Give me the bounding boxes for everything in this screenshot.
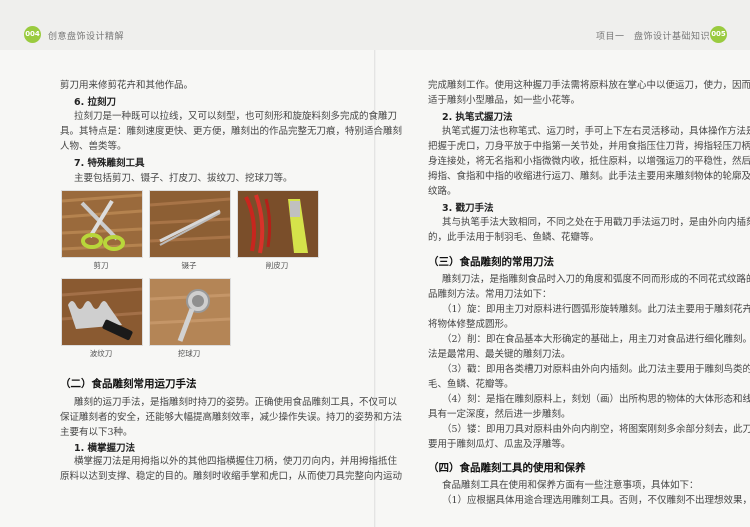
subheading: 6. 拉刻刀 bbox=[74, 97, 117, 108]
right-line: 品雕刻方法。常用刀法如下： bbox=[428, 289, 552, 300]
left-running-title: 创意盘饰设计精解 bbox=[48, 32, 125, 42]
right-line: （4）刻：是指在雕刻原料上，刻划（画）出所构思的物体的大体形态和线条， bbox=[442, 394, 750, 405]
right-line: （1）旋：即用主刀对原料进行圆弧形旋转雕刻。此刀法主要用于雕刻花卉，或 bbox=[442, 304, 750, 315]
subheading: 2. 执笔式握刀法 bbox=[442, 112, 513, 123]
right-line: （2）削：即在食品基本大形确定的基础上，用主刀对食品进行细化雕刻。此刀 bbox=[442, 334, 750, 345]
right-line: 具有一定深度，然后进一步雕刻。 bbox=[428, 409, 571, 420]
section-title: （四）食品雕刻工具的使用和保养 bbox=[428, 462, 586, 474]
left-line: 剪刀用来修剪花卉和其他作品。 bbox=[60, 80, 194, 91]
right-line: 身连接处，将无名指和小指微微内收，抵住原料，以增强运刀的平稳性，然后依靠 bbox=[428, 156, 750, 167]
left-line: 具。其特点是：雕刻速度更快、更方便，雕刻出的作品完整无刀痕，特别适合雕刻 bbox=[60, 126, 403, 137]
tweezers-photo bbox=[149, 190, 231, 258]
header-bar bbox=[0, 0, 750, 50]
subheading: 1. 横掌握刀法 bbox=[74, 443, 136, 454]
wave-knife-photo bbox=[61, 278, 143, 346]
right-line: 将物体修整成圆形。 bbox=[428, 319, 514, 330]
right-line: （3）戳：即用各类槽刀对原料由外向内插刻。此刀法主要用于雕刻鸟类的羽 bbox=[442, 364, 750, 375]
scissors-photo bbox=[61, 190, 143, 258]
right-line: 食品雕刻工具在使用和保养方面有一些注意事项，具体如下： bbox=[442, 480, 699, 491]
caption-wave-knife: 波纹刀 bbox=[89, 349, 113, 358]
right-page-number: 005 bbox=[710, 26, 727, 43]
left-page: 剪刀用来修剪花卉和其他作品。 6. 拉刻刀 拉刻刀是一种既可以拉线，又可以刻型，… bbox=[0, 50, 402, 527]
section-title: （三）食品雕刻的常用刀法 bbox=[428, 256, 554, 268]
right-line: 毛、鱼鳞、花瓣等。 bbox=[428, 379, 514, 390]
caption-melon-baller: 挖球刀 bbox=[177, 349, 201, 358]
left-line: 人物、兽类等。 bbox=[60, 141, 127, 152]
right-line: （5）镂：即用刀具对原料由外向内削空，将图案刚刻多余部分刻去，此刀法主 bbox=[442, 424, 750, 435]
right-line: 要用于雕刻瓜灯、瓜盅及浮雕等。 bbox=[428, 439, 571, 450]
right-line: 法是最常用、最关键的雕刻刀法。 bbox=[428, 349, 571, 360]
melon-baller-photo bbox=[149, 278, 231, 346]
right-line: 的，此手法用于制羽毛、鱼鳞、花瓣等。 bbox=[428, 232, 600, 243]
right-line: 雕刻刀法，是指雕刻食品时入刀的角度和弧度不同而形成的不同花式纹路的食 bbox=[442, 274, 750, 285]
right-line: 拇指、食指和中指的收缩进行运刀、雕刻。此手法主要用来雕刻物体的轮廓及各种 bbox=[428, 171, 750, 182]
peeler-photo bbox=[237, 190, 319, 258]
left-line: 横掌握刀法是用拇指以外的其他四指横握住刀柄，使刀刃向内，并用拇指抵住 bbox=[74, 456, 398, 467]
left-line: 拉刻刀是一种既可以拉线，又可以刻型，也可刻形和旋旋料刻多完成的食雕刀 bbox=[74, 111, 398, 122]
section-title: （二）食品雕刻常用运刀手法 bbox=[60, 378, 197, 390]
left-line: 保证雕刻者的安全，还能够大幅提高雕刻效率，减少操作失误。持刀的姿势和方法 bbox=[60, 412, 403, 423]
caption-scissors: 剪刀 bbox=[93, 261, 109, 270]
right-line: 纹路。 bbox=[428, 186, 457, 197]
right-line: （1）应根据具体用途合理选用雕刻工具。否则，不仅雕刻不出理想效果，还会 bbox=[442, 495, 750, 506]
subheading: 7. 特殊雕刻工具 bbox=[74, 158, 145, 169]
left-line: 主要有以下3种。 bbox=[60, 427, 133, 438]
caption-tweezers: 镊子 bbox=[181, 261, 197, 270]
right-line: 把握于虎口，刀身平放于中指第一关节处，并用食指压住刀背，拇指轻压刀柄和刀 bbox=[428, 141, 750, 152]
left-line: 原料以达到支撑、稳定的目的。雕刻时收缩手掌和虎口，从而使刀具完整向内运动 bbox=[60, 471, 403, 482]
left-line: 主要包括剪刀、镊子、打皮刀、拔纹刀、挖球刀等。 bbox=[74, 173, 293, 184]
left-page-number: 004 bbox=[24, 26, 41, 43]
right-running-title: 项目一 盘饰设计基础知识 bbox=[595, 32, 710, 42]
right-line: 适于雕刻小型雕品，如一些小花等。 bbox=[428, 95, 581, 106]
right-line: 其与执笔手法大致相同，不同之处在于用戳刀手法运刀时，是由外向内插刻 bbox=[442, 217, 750, 228]
subheading: 3. 戳刀手法 bbox=[442, 203, 494, 214]
right-line: 完成雕刻工作。使用这种握刀手法需将原料放在掌心中以便运刀，使力，因而比较 bbox=[428, 80, 750, 91]
left-line: 雕刻的运刀手法，是指雕刻时持刀的姿势。正确使用食品雕刻工具，不仅可以 bbox=[74, 397, 398, 408]
right-page: 完成雕刻工作。使用这种握刀手法需将原料放在掌心中以便运刀，使力，因而比较 适于雕… bbox=[376, 50, 750, 527]
caption-peeler: 削皮刀 bbox=[265, 261, 289, 270]
right-line: 执笔式握刀法也称笔式、运刀时，手可上下左右灵活移动，具体操作方法是，将刀 bbox=[442, 126, 750, 137]
